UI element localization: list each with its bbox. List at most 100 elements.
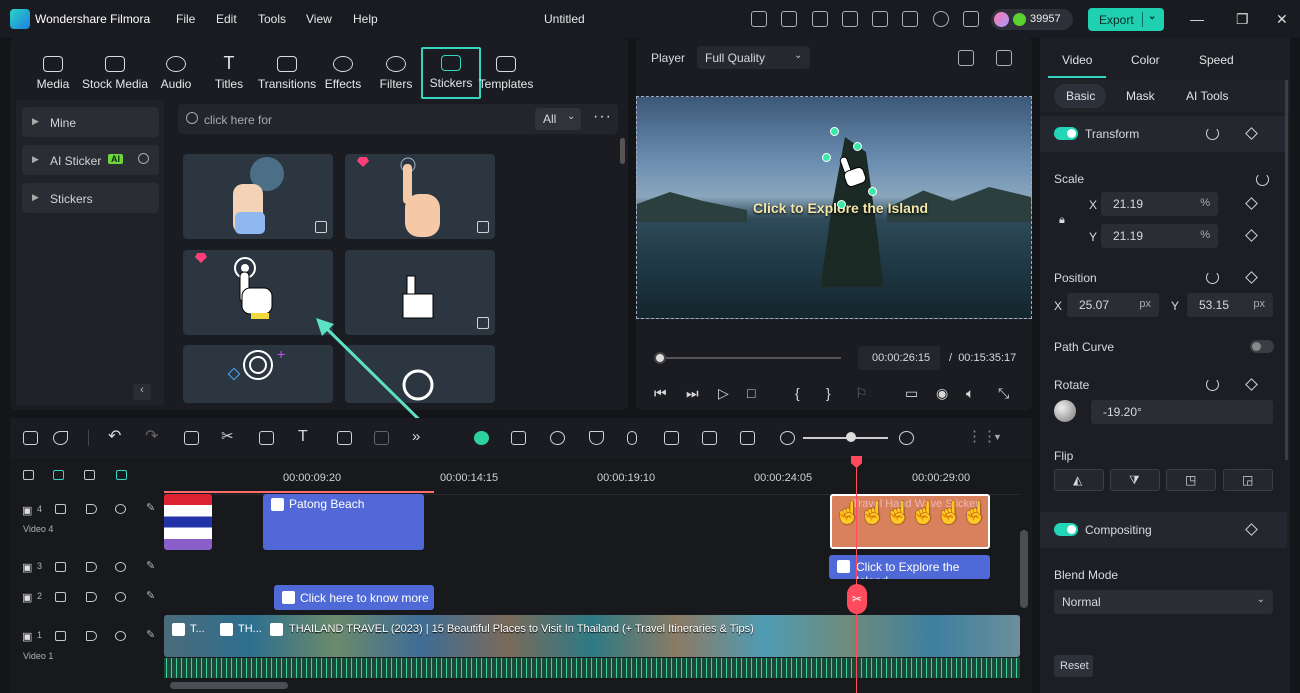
zoom-out-icon[interactable]	[780, 431, 795, 445]
chevron-down-icon[interactable]: ▼	[993, 432, 1002, 442]
next-frame-icon[interactable]: ⏭	[686, 385, 699, 402]
feedback-icon[interactable]	[812, 11, 828, 27]
video-preview[interactable]: Click to Explore the Island	[636, 96, 1032, 319]
transform-handle[interactable]	[830, 127, 839, 136]
more-tools-icon[interactable]: »	[412, 429, 427, 445]
scale-x-field[interactable]: 21.19%	[1101, 192, 1218, 216]
tab-titles[interactable]: T Titles	[199, 50, 259, 91]
gift-icon[interactable]	[751, 11, 767, 27]
cloud-upload-icon[interactable]	[902, 11, 918, 27]
timeline-horizontal-scrollbar[interactable]	[170, 682, 288, 689]
folder-icon[interactable]	[55, 504, 66, 514]
zoom-in-icon[interactable]	[899, 431, 914, 445]
select-tool-icon[interactable]	[53, 431, 68, 445]
snap-icon[interactable]	[116, 470, 127, 480]
split-view-icon[interactable]	[958, 50, 974, 66]
grid-apps-icon[interactable]	[963, 11, 979, 27]
search-input[interactable]: click here for	[204, 113, 272, 127]
points-badge[interactable]: 39957	[991, 9, 1073, 30]
download-icon[interactable]	[477, 317, 489, 329]
marker-icon[interactable]: ⚐	[855, 385, 868, 402]
title-clip-know-more[interactable]: Click here to know more	[274, 585, 434, 610]
sidebar-item-ai-sticker[interactable]: ▶ AI Sticker AI	[22, 145, 159, 175]
transform-toggle[interactable]	[1054, 127, 1078, 140]
auto-reframe-icon[interactable]	[374, 431, 389, 445]
tab-video[interactable]: Video	[1062, 53, 1092, 67]
split-scissors-icon[interactable]: ✂	[847, 584, 867, 614]
tab-color[interactable]: Color	[1131, 53, 1160, 67]
layout-icon[interactable]	[842, 11, 858, 27]
mark-in-icon[interactable]: {	[795, 385, 800, 401]
flip-vertical-button[interactable]: ⧩	[1110, 469, 1160, 491]
microphone-icon[interactable]	[627, 431, 637, 445]
subtab-basic[interactable]: Basic	[1066, 89, 1095, 103]
play-icon[interactable]: ▷	[718, 385, 729, 402]
rotate-right-button[interactable]: ◳	[1166, 469, 1216, 491]
eye-icon[interactable]	[115, 504, 126, 514]
mark-out-icon[interactable]: }	[826, 385, 831, 401]
volume-icon[interactable]: 🔈︎	[966, 385, 974, 402]
library-scrollbar[interactable]	[620, 138, 625, 164]
sidebar-item-mine[interactable]: ▶ Mine	[22, 107, 159, 137]
reset-icon[interactable]	[1206, 271, 1219, 284]
menu-file[interactable]: File	[176, 12, 195, 26]
add-track-icon[interactable]	[23, 470, 34, 480]
seek-knob[interactable]	[654, 352, 666, 364]
speaker-icon[interactable]	[86, 631, 97, 641]
path-curve-toggle[interactable]	[1250, 340, 1274, 353]
shape-icon[interactable]	[337, 431, 352, 445]
flag-clip[interactable]	[164, 494, 212, 550]
lock-track-icon[interactable]: ✎	[146, 561, 157, 572]
tab-transitions[interactable]: Transitions	[256, 50, 318, 91]
lock-icon[interactable]: 🔒︎	[1059, 214, 1065, 227]
stop-icon[interactable]: □	[747, 385, 755, 401]
folder-icon[interactable]	[55, 592, 66, 602]
camera-icon[interactable]: ◉	[936, 385, 948, 402]
eye-icon[interactable]	[115, 592, 126, 602]
transform-handle[interactable]	[822, 153, 831, 162]
title-clip-explore[interactable]: Click to Explore the Island	[829, 555, 990, 579]
text-icon[interactable]: T	[298, 429, 313, 445]
tab-effects[interactable]: Effects	[313, 50, 373, 91]
audio-waveform[interactable]	[164, 658, 1020, 678]
tab-speed[interactable]: Speed	[1199, 53, 1234, 67]
fit-timeline-icon[interactable]	[740, 431, 755, 445]
menu-view[interactable]: View	[306, 12, 332, 26]
sticker-thumb-ripple-hand[interactable]: +	[183, 345, 333, 403]
eye-icon[interactable]	[115, 562, 126, 572]
menu-edit[interactable]: Edit	[216, 12, 237, 26]
more-options-icon[interactable]: ···	[593, 108, 612, 126]
lock-track-icon[interactable]: ✎	[146, 591, 157, 602]
speaker-icon[interactable]	[86, 504, 97, 514]
close-icon[interactable]: ✕	[1276, 11, 1288, 28]
tab-filters[interactable]: Filters	[366, 50, 426, 91]
snapshot-image-icon[interactable]	[996, 50, 1012, 66]
save-icon[interactable]	[872, 11, 888, 27]
playhead[interactable]	[856, 456, 857, 693]
reset-icon[interactable]	[1206, 127, 1219, 140]
reset-button[interactable]: Reset	[1054, 655, 1093, 677]
blend-mode-dropdown[interactable]: Normal ⌄	[1054, 590, 1273, 614]
support-icon[interactable]	[933, 11, 949, 27]
chevron-down-icon[interactable]: ⌄	[1148, 11, 1156, 22]
display-icon[interactable]: ▭	[905, 385, 918, 402]
reset-icon[interactable]	[1256, 173, 1269, 186]
transform-handle[interactable]	[853, 142, 862, 151]
tab-stock-media[interactable]: Stock Media	[81, 50, 149, 91]
scale-y-field[interactable]: 21.19%	[1101, 224, 1218, 248]
crop-icon[interactable]	[259, 431, 274, 445]
prev-frame-icon[interactable]: ⏮	[654, 385, 667, 402]
help-icon[interactable]	[138, 153, 149, 164]
seek-bar[interactable]	[655, 357, 841, 359]
sticker-thumb-click-hand[interactable]	[183, 250, 333, 335]
zoom-knob[interactable]	[846, 432, 856, 442]
layout-grid-icon[interactable]	[23, 431, 38, 445]
transform-handle[interactable]	[868, 187, 877, 196]
quality-dropdown[interactable]: Full Quality ⌄	[697, 46, 810, 69]
position-y-field[interactable]: 53.15 px	[1187, 293, 1273, 317]
sticker-clip[interactable]: Travel Hand Wave Sticker ☝☝☝☝☝☝	[830, 494, 990, 549]
sticker-thumb-tap-hand[interactable]	[183, 154, 333, 239]
minimize-icon[interactable]: —	[1190, 11, 1204, 27]
menu-tools[interactable]: Tools	[258, 12, 286, 26]
main-video-clip[interactable]: T... TH... THAILAND TRAVEL (2023) | 15 B…	[164, 615, 1020, 657]
